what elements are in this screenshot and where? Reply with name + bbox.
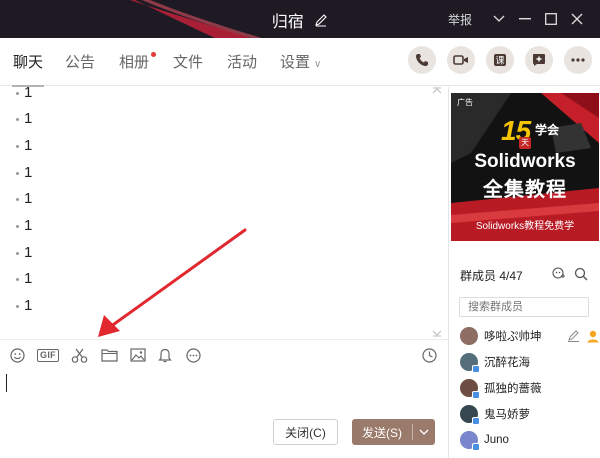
add-app-button[interactable] xyxy=(525,46,553,74)
close-button[interactable]: 关闭(C) xyxy=(273,419,338,445)
avatar xyxy=(460,327,478,345)
bell-icon[interactable] xyxy=(156,347,174,363)
message-item: 1 xyxy=(16,217,32,234)
owner-icon xyxy=(587,330,599,343)
report-link[interactable]: 举报 xyxy=(448,11,472,28)
message-item: 1 xyxy=(16,297,32,314)
gif-icon[interactable]: GIF xyxy=(37,347,59,363)
tab-files[interactable]: 文件 xyxy=(172,38,204,86)
member-item[interactable]: 沉醉花海 xyxy=(460,351,600,373)
annotation-arrow xyxy=(98,228,247,337)
add-app-icon xyxy=(533,54,545,66)
message-item: 1 xyxy=(16,137,32,154)
ad-banner[interactable]: 广告 15 天 学会 Solidworks 全集教程 Solidworks教程免… xyxy=(451,93,599,241)
members-heading: 群成员 4/47 xyxy=(460,269,523,283)
ad-product: Solidworks xyxy=(474,151,576,172)
svg-text:课: 课 xyxy=(495,56,504,67)
course-button[interactable]: 课 xyxy=(486,46,514,74)
member-item[interactable]: 鬼马娇萝 xyxy=(460,403,600,425)
tab-announcement[interactable]: 公告 xyxy=(64,38,96,86)
avatar xyxy=(460,431,480,451)
message-input[interactable]: 关闭(C) 发送(S) xyxy=(0,369,448,458)
more-dots-icon[interactable] xyxy=(184,347,202,363)
ad-tag: 广告 xyxy=(457,98,473,107)
invite-member-icon[interactable] xyxy=(552,267,566,281)
title-bar: 归宿 举报 xyxy=(0,0,600,38)
message-item: 1 xyxy=(16,110,32,127)
tab-events[interactable]: 活动 xyxy=(226,38,258,86)
minimize-icon[interactable] xyxy=(512,9,538,29)
scroll-up-icon[interactable] xyxy=(432,87,442,94)
ad-learn: 学会 xyxy=(535,123,560,137)
video-icon xyxy=(453,55,468,65)
text-cursor xyxy=(6,374,7,392)
ad-day: 天 xyxy=(519,137,531,149)
message-item: 1 xyxy=(16,244,32,261)
course-icon: 课 xyxy=(494,54,506,67)
member-search-input[interactable] xyxy=(459,297,589,317)
image-icon[interactable] xyxy=(129,347,147,363)
input-toolbar: GIF xyxy=(0,339,448,369)
folder-icon[interactable] xyxy=(100,347,118,363)
chevron-down-icon: ∨ xyxy=(314,59,322,70)
send-label: 发送(S) xyxy=(362,425,402,440)
right-sidebar: 广告 15 天 学会 Solidworks 全集教程 Solidworks教程免… xyxy=(448,87,600,458)
more-button[interactable] xyxy=(564,46,592,74)
close-icon[interactable] xyxy=(564,9,590,29)
message-item: 1 xyxy=(16,164,32,181)
window-title: 归宿 xyxy=(271,14,304,31)
scroll-down-icon[interactable] xyxy=(432,330,442,337)
emoji-icon[interactable] xyxy=(8,347,26,363)
ad-subline: Solidworks教程免费学 xyxy=(475,221,575,232)
search-icon[interactable] xyxy=(574,267,588,281)
avatar xyxy=(460,353,480,373)
history-clock-icon[interactable] xyxy=(420,347,438,363)
new-badge xyxy=(151,52,156,57)
tab-bar: 聊天 公告 相册 文件 活动 设置 ∨ 课 xyxy=(0,38,600,87)
member-item[interactable]: 孤独的蔷薇 xyxy=(460,377,600,399)
edit-icon[interactable] xyxy=(567,329,580,342)
message-item: 1 xyxy=(16,270,32,287)
scissors-icon[interactable] xyxy=(70,347,88,363)
message-item: 1 xyxy=(16,190,32,207)
tab-chat[interactable]: 聊天 xyxy=(12,38,44,87)
edit-title-icon[interactable] xyxy=(314,13,328,27)
member-item[interactable]: 哆啦ぷ帅坤 xyxy=(460,325,600,347)
send-button[interactable]: 发送(S) xyxy=(352,419,435,445)
tab-album[interactable]: 相册 xyxy=(118,38,156,86)
chevron-down-icon[interactable] xyxy=(486,9,512,29)
message-item: 1 xyxy=(16,87,32,101)
send-options-chevron-icon[interactable] xyxy=(413,429,435,435)
tab-settings[interactable]: 设置 ∨ xyxy=(280,38,330,86)
voice-call-button[interactable] xyxy=(408,46,436,74)
avatar xyxy=(460,379,480,399)
ad-headline: 全集教程 xyxy=(483,179,567,201)
phone-icon xyxy=(416,54,428,66)
avatar xyxy=(460,405,480,425)
video-call-button[interactable] xyxy=(447,46,475,74)
message-list[interactable]: 1 1 1 1 1 1 1 1 1 xyxy=(0,87,448,339)
maximize-icon[interactable] xyxy=(538,9,564,29)
more-icon xyxy=(571,58,585,62)
member-item[interactable]: Juno xyxy=(460,429,600,451)
